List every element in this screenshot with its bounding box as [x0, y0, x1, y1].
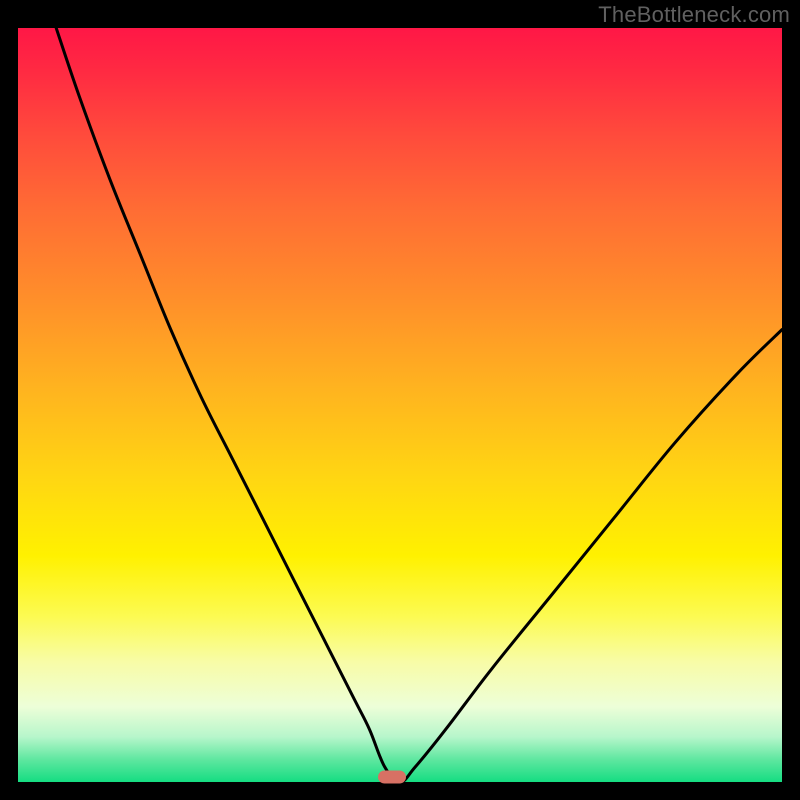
plot-area	[18, 28, 782, 782]
minimum-marker	[378, 771, 406, 784]
bottleneck-curve	[18, 28, 782, 782]
watermark-text: TheBottleneck.com	[598, 2, 790, 28]
chart-frame: TheBottleneck.com	[0, 0, 800, 800]
